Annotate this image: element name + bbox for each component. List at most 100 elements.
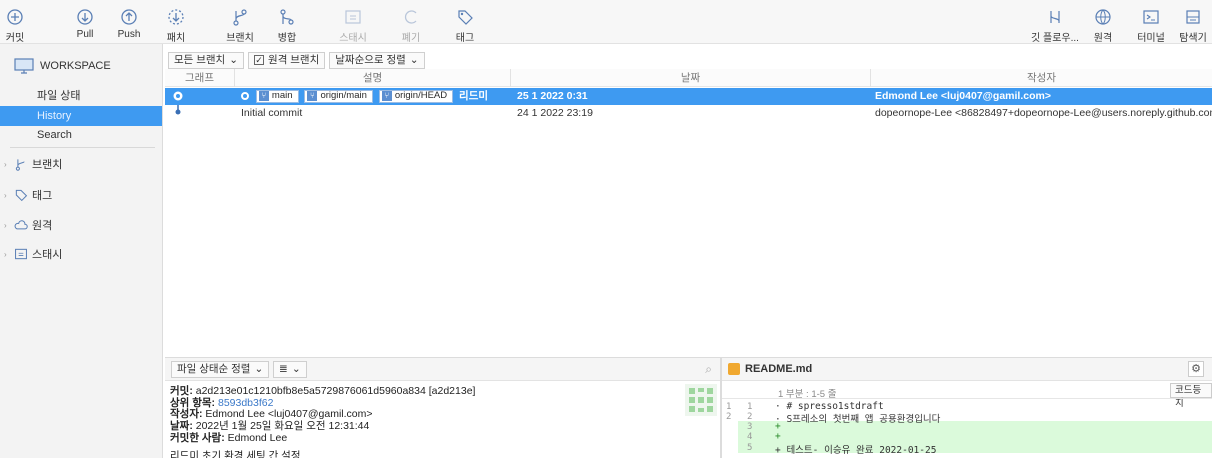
stash-label: 스태시 <box>339 33 367 44</box>
commit-row[interactable]: ⑂ main ⑂ origin/main ⑂ origin/HEAD 리드미 25 1… <box>165 88 1212 105</box>
fetch-label: 패치 <box>166 33 186 44</box>
merge-label: 병합 <box>277 33 297 44</box>
branch-icon: ⑂ <box>381 91 392 102</box>
explorer-button[interactable]: 탐색기 <box>1176 0 1210 44</box>
merge-icon <box>278 0 296 26</box>
chevron-down-icon: ⌄ <box>254 363 264 375</box>
sidebar-item-search[interactable]: Search <box>0 125 162 145</box>
commit-button[interactable]: 커밋 <box>0 0 30 44</box>
avatar <box>685 384 717 416</box>
expand-icon: › <box>4 220 7 230</box>
tag-icon <box>456 0 474 26</box>
sidebar-item-history[interactable]: History <box>0 106 162 126</box>
search-icon[interactable]: ⌕ <box>705 362 712 377</box>
fetch-button[interactable]: 패치 <box>162 0 190 44</box>
tag-button[interactable]: 태그 <box>452 0 478 44</box>
commit-date: 24 1 2022 23:19 <box>517 107 593 119</box>
monitor-icon <box>14 58 34 74</box>
push-button[interactable]: Push <box>114 0 144 44</box>
diff-divider <box>722 398 1212 399</box>
sidebar-group-label: 원격 <box>32 220 53 232</box>
committer-line: 커밋한 사람: Edmond Lee <box>170 432 288 444</box>
discard-button[interactable]: 폐기 <box>398 0 424 44</box>
chevron-down-icon: ⌄ <box>409 53 419 66</box>
graph-node <box>171 105 231 122</box>
chevron-down-icon: ⌄ <box>291 363 301 375</box>
sidebar-group-tags[interactable]: › 태그 <box>4 187 52 203</box>
remote-branches-label: 원격 브랜치 <box>268 53 320 66</box>
old-line-number: 1 <box>726 402 732 412</box>
tag-label: 태그 <box>455 33 475 44</box>
discard-icon <box>402 0 420 26</box>
pull-button[interactable]: Pull <box>70 0 100 44</box>
diff-filename: README.md <box>745 363 813 375</box>
added-line-bg <box>738 431 1212 441</box>
sidebar-group-remotes[interactable]: › 원격 <box>4 217 52 233</box>
old-line-number: 2 <box>726 412 732 422</box>
terminal-icon <box>1142 0 1160 26</box>
gear-icon[interactable]: ⚙ <box>1188 361 1204 377</box>
expand-icon: › <box>4 190 7 200</box>
sidebar-divider <box>10 147 155 148</box>
commit-node-icon <box>173 91 183 101</box>
branch-icon: ⑂ <box>258 91 269 102</box>
remote-label: 원격 <box>1093 33 1113 44</box>
expand-icon: › <box>4 159 7 169</box>
gitflow-button[interactable]: 깃 플로우... <box>1031 0 1079 44</box>
file-modified-icon <box>728 363 740 375</box>
remote-button[interactable]: 원격 <box>1090 0 1116 44</box>
pull-label: Pull <box>76 29 94 40</box>
view-mode-dropdown[interactable]: ≣ ⌄ <box>273 361 307 378</box>
fetch-icon <box>167 0 185 26</box>
workspace-header[interactable]: WORKSPACE <box>14 58 111 74</box>
hunk-mode-button[interactable]: 코드등치 <box>1170 383 1212 409</box>
workspace-label: WORKSPACE <box>40 60 111 72</box>
commit-author: Edmond Lee <luj0407@gamil.com> <box>875 90 1051 102</box>
arrow-down-circle-icon <box>76 0 94 26</box>
column-graph[interactable]: 그래프 <box>165 69 235 87</box>
diff-line: · S프레소의 첫번째 앱 공용환경입니다 <box>775 414 941 425</box>
branch-tag[interactable]: ⑂ origin/main <box>304 89 373 103</box>
remote-branches-checkbox[interactable]: ✓ 원격 브랜치 <box>248 51 326 69</box>
commit-author: dopeornope-Lee <86828497+dopeornope-Lee@… <box>875 107 1212 119</box>
sidebar-group-label: 스태시 <box>32 249 63 261</box>
sidebar: WORKSPACE 파일 상태 History Search › 브랜치 › 태… <box>0 44 163 458</box>
branch-tag[interactable]: ⑂ origin/HEAD <box>378 89 454 103</box>
commit-table-header: 그래프 설명 날짜 작성자 <box>165 69 1212 87</box>
column-author[interactable]: 작성자 <box>871 69 1212 87</box>
merge-button[interactable]: 병합 <box>274 0 300 44</box>
checkbox-icon: ✓ <box>254 55 265 65</box>
sidebar-group-stashes[interactable]: › 스태시 <box>4 246 62 262</box>
branch-tag[interactable]: ⑂ main <box>255 89 299 103</box>
new-line-number: 1 <box>747 402 753 412</box>
file-sort-label: 파일 상태순 정렬 <box>177 363 251 375</box>
terminal-label: 터미널 <box>1137 33 1165 44</box>
sort-dropdown[interactable]: 날짜순으로 정렬 ⌄ <box>329 51 425 69</box>
list-icon: ≣ <box>279 363 288 375</box>
branch-button[interactable]: 브랜치 <box>224 0 256 44</box>
terminal-button[interactable]: 터미널 <box>1134 0 1168 44</box>
sidebar-group-label: 태그 <box>32 190 53 202</box>
column-description[interactable]: 설명 <box>235 69 511 87</box>
stash-icon <box>344 0 362 26</box>
branch-icon: ⑂ <box>307 91 318 102</box>
diff-line: + <box>775 431 781 442</box>
commit-description: ⑂ main ⑂ origin/main ⑂ origin/HEAD 리드미 <box>241 88 511 105</box>
plus-circle-icon <box>6 0 24 26</box>
chevron-down-icon: ⌄ <box>229 53 239 66</box>
sidebar-item-file-status[interactable]: 파일 상태 <box>0 86 162 106</box>
push-label: Push <box>117 29 141 40</box>
head-indicator-icon <box>241 92 249 101</box>
stash-button[interactable]: 스태시 <box>336 0 370 44</box>
branch-icon <box>231 0 249 26</box>
folder-icon <box>1184 0 1202 26</box>
commit-message-body: 리드미 초기 환경 세팅 간 설정 <box>170 450 301 458</box>
column-date[interactable]: 날짜 <box>511 69 871 87</box>
commit-row[interactable]: Initial commit 24 1 2022 23:19 dopeornop… <box>165 105 1212 122</box>
gitflow-icon <box>1046 0 1064 26</box>
sidebar-group-branches[interactable]: › 브랜치 <box>4 156 62 172</box>
branch-filter-dropdown[interactable]: 모든 브랜치 ⌄ <box>168 51 245 69</box>
commit-date: 25 1 2022 0:31 <box>517 90 588 102</box>
file-sort-dropdown[interactable]: 파일 상태순 정렬 ⌄ <box>171 361 270 378</box>
diff-panel-toolbar: README.md ⚙ <box>722 357 1212 381</box>
